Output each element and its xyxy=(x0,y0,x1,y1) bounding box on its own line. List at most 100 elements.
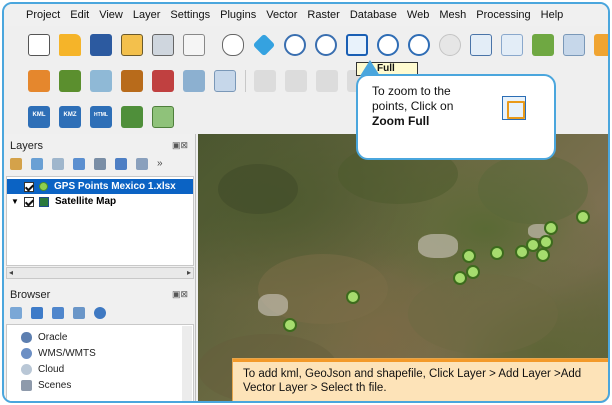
zoom-last-icon[interactable] xyxy=(470,34,492,56)
style-manager-icon[interactable] xyxy=(183,34,205,56)
menu-mesh[interactable]: Mesh xyxy=(439,9,466,21)
browser-item-wms[interactable]: WMS/WMTS xyxy=(21,346,96,360)
zoom-to-selection-icon[interactable] xyxy=(377,34,399,56)
save-edits-icon[interactable] xyxy=(316,70,338,92)
filter-icon[interactable] xyxy=(73,158,85,170)
zoom-native-icon[interactable] xyxy=(439,34,461,56)
eye-icon[interactable] xyxy=(52,158,64,170)
layer-row-gps-points[interactable]: GPS Points Mexico 1.xlsx xyxy=(7,179,193,194)
menu-edit[interactable]: Edit xyxy=(70,9,89,21)
layer-row-satellite[interactable]: ▼ Satellite Map xyxy=(7,194,193,209)
gps-point[interactable] xyxy=(346,290,360,304)
toggle-editing-icon[interactable] xyxy=(254,70,276,92)
menu-raster[interactable]: Raster xyxy=(307,9,339,21)
database-icon xyxy=(21,331,32,343)
browser-item-scenes[interactable]: Scenes xyxy=(21,378,71,392)
new-vector-layer-icon[interactable] xyxy=(90,70,112,92)
globe-icon xyxy=(21,347,32,359)
temporal-controller-icon[interactable] xyxy=(594,34,608,56)
save-project-icon[interactable] xyxy=(90,34,112,56)
digitize-icon[interactable] xyxy=(121,70,143,92)
zoom-to-layer-icon[interactable] xyxy=(408,34,430,56)
zoom-next-icon[interactable] xyxy=(501,34,523,56)
layer-style-icon[interactable] xyxy=(59,70,81,92)
filter-expression-icon[interactable] xyxy=(94,158,106,170)
layer-name: Satellite Map xyxy=(55,196,117,207)
zoom-full-icon[interactable] xyxy=(346,34,368,56)
map-plugin-icon[interactable] xyxy=(152,106,174,128)
browser-vertical-scrollbar[interactable] xyxy=(182,326,192,401)
field-calculator-icon[interactable] xyxy=(214,70,236,92)
toolbar-project-nav xyxy=(4,30,608,60)
menu-plugins[interactable]: Plugins xyxy=(220,9,256,21)
left-dock-panel: Layers ▣⊠ » GPS Points Mexico 1.xlsx ▼ S… xyxy=(4,134,196,401)
gps-point[interactable] xyxy=(466,265,480,279)
layers-horizontal-scrollbar[interactable]: ◂ ▸ xyxy=(6,267,194,279)
callout-instructions: To add kml, GeoJson and shapefile, Click… xyxy=(243,368,582,394)
kml-export-icon[interactable]: KML xyxy=(28,106,50,128)
callout-line-2: points, Click on xyxy=(372,99,454,113)
menu-vector[interactable]: Vector xyxy=(266,9,297,21)
new-project-icon[interactable] xyxy=(28,34,50,56)
add-group-icon[interactable] xyxy=(31,158,43,170)
browser-item-label: Oracle xyxy=(38,331,68,343)
attribute-table-icon[interactable] xyxy=(183,70,205,92)
gps-point[interactable] xyxy=(536,248,550,262)
gps-point[interactable] xyxy=(544,221,558,235)
data-source-manager-icon[interactable] xyxy=(28,70,50,92)
cloud-icon xyxy=(21,363,32,375)
filter-browser-icon[interactable] xyxy=(52,307,64,319)
layers-panel-title: Layers xyxy=(10,140,44,152)
browser-float-close-icon[interactable]: ▣⊠ xyxy=(172,289,188,300)
gps-point[interactable] xyxy=(490,246,504,260)
save-as-icon[interactable] xyxy=(121,34,143,56)
pan-map-icon[interactable] xyxy=(222,34,244,56)
scroll-left-icon[interactable]: ◂ xyxy=(9,268,13,277)
browser-item-cloud[interactable]: Cloud xyxy=(21,362,64,376)
gps-point[interactable] xyxy=(462,249,476,263)
open-project-icon[interactable] xyxy=(59,34,81,56)
menu-help[interactable]: Help xyxy=(541,9,564,21)
menu-database[interactable]: Database xyxy=(350,9,397,21)
browser-item-label: WMS/WMTS xyxy=(38,347,96,359)
pan-to-selection-icon[interactable] xyxy=(252,33,276,57)
gps-point[interactable] xyxy=(539,235,553,249)
menu-web[interactable]: Web xyxy=(407,9,429,21)
menu-view[interactable]: View xyxy=(99,9,123,21)
toolbar-separator xyxy=(245,70,246,92)
scroll-right-icon[interactable]: ▸ xyxy=(187,268,191,277)
menu-layer[interactable]: Layer xyxy=(133,9,161,21)
layer-visibility-checkbox[interactable] xyxy=(24,196,34,207)
layer-visibility-checkbox[interactable] xyxy=(24,181,34,192)
grid-plugin-icon[interactable] xyxy=(121,106,143,128)
new-map-view-icon[interactable] xyxy=(532,34,554,56)
menu-processing[interactable]: Processing xyxy=(476,9,530,21)
expand-all-icon[interactable] xyxy=(115,158,127,170)
add-feature-icon[interactable] xyxy=(152,70,174,92)
kmz-export-icon[interactable]: KMZ xyxy=(59,106,81,128)
collapse-all-icon[interactable] xyxy=(136,158,148,170)
current-edits-icon[interactable] xyxy=(285,70,307,92)
refresh-browser-icon[interactable] xyxy=(31,307,43,319)
gps-point[interactable] xyxy=(283,318,297,332)
collapse-browser-icon[interactable] xyxy=(73,307,85,319)
zoom-out-icon[interactable] xyxy=(315,34,337,56)
overflow-icon[interactable]: » xyxy=(157,158,169,170)
gps-point[interactable] xyxy=(576,210,590,224)
menu-project[interactable]: Project xyxy=(26,9,60,21)
layer-expander[interactable]: ▼ xyxy=(10,197,20,206)
html-export-icon[interactable]: HTML xyxy=(90,106,112,128)
new-3d-map-icon[interactable] xyxy=(563,34,585,56)
style-icon[interactable] xyxy=(10,158,22,170)
zoom-in-icon[interactable] xyxy=(284,34,306,56)
browser-item-oracle[interactable]: Oracle xyxy=(21,330,67,344)
gps-point[interactable] xyxy=(515,245,529,259)
menu-settings[interactable]: Settings xyxy=(170,9,210,21)
layers-tree: GPS Points Mexico 1.xlsx ▼ Satellite Map xyxy=(6,176,194,266)
add-selected-icon[interactable] xyxy=(10,307,22,319)
gps-point[interactable] xyxy=(453,271,467,285)
properties-icon[interactable] xyxy=(94,307,106,319)
panel-float-close-icon[interactable]: ▣⊠ xyxy=(172,140,188,151)
browser-panel-title: Browser xyxy=(10,289,51,301)
print-layout-icon[interactable] xyxy=(152,34,174,56)
